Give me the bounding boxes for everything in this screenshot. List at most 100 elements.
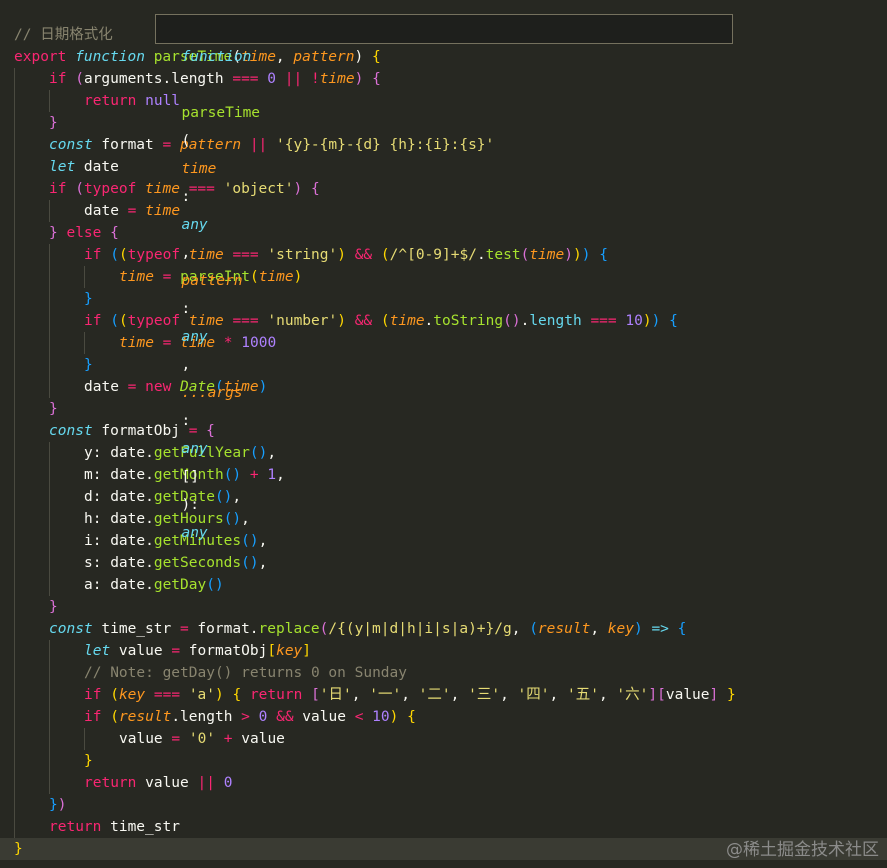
code-token: // Note: getDay() returns 0 on Sunday	[84, 665, 408, 681]
code-line[interactable]: }	[14, 398, 887, 420]
indent-guide	[14, 772, 15, 794]
code-line[interactable]: d: date.getDate(),	[14, 486, 887, 508]
indent-guide	[14, 332, 15, 354]
code-line[interactable]: const time_str = format.replace (/{(y|m|d…	[14, 618, 887, 640]
code-token: formatObj	[180, 643, 268, 659]
code-line[interactable]: const formatObj = {	[14, 420, 887, 442]
code-line[interactable]: }	[14, 750, 887, 772]
code-line[interactable]: s: date.getSeconds(),	[14, 552, 887, 574]
code-line[interactable]: if ((typeof time === 'string') && (/^[0-…	[14, 244, 887, 266]
code-token: toString	[433, 313, 504, 329]
code-line[interactable]: }	[14, 112, 887, 134]
indent-guide	[49, 684, 50, 706]
code-editor[interactable]: // 日期格式化 export function parseTime(time, …	[0, 0, 887, 868]
code-line[interactable]: }	[14, 288, 887, 310]
code-token: }	[49, 797, 58, 813]
code-token: ===	[232, 71, 259, 87]
code-line[interactable]: } else {	[14, 222, 887, 244]
code-line-content: const format = pattern || '{y}-{m}-{d} {…	[14, 137, 494, 153]
code-token: key	[276, 643, 303, 659]
code-token: getSeconds	[153, 555, 242, 571]
code-token: return	[49, 819, 111, 835]
code-token: result	[118, 709, 172, 725]
code-line[interactable]: m: date.getMonth() + 1,	[14, 464, 887, 486]
indent-guide	[49, 200, 50, 222]
code-line[interactable]: return value || 0	[14, 772, 887, 794]
code-line[interactable]: time = parseInt(time)	[14, 266, 887, 288]
code-token: =	[179, 621, 189, 637]
code-token: ||	[197, 775, 215, 791]
code-line[interactable]: h: date.getHours(),	[14, 508, 887, 530]
code-token: ]	[709, 687, 719, 703]
indent-guide	[14, 706, 15, 728]
code-token: let	[84, 643, 119, 659]
code-line-content: // Note: getDay() returns 0 on Sunday	[14, 665, 407, 681]
code-line[interactable]: date = time	[14, 200, 887, 222]
code-line[interactable]: if (arguments.length === 0 || !time) {	[14, 68, 887, 90]
code-line[interactable]: }	[14, 596, 887, 618]
code-token: }	[84, 753, 93, 769]
code-token: }	[49, 115, 58, 131]
code-line[interactable]: let date	[14, 156, 887, 178]
code-line[interactable]: // Note: getDay() returns 0 on Sunday	[14, 662, 887, 684]
code-token: (	[110, 247, 119, 263]
code-token: (	[529, 621, 538, 637]
code-line-content: if (arguments.length === 0 || !time) {	[14, 71, 381, 87]
code-line[interactable]: a: date.getDay()	[14, 574, 887, 596]
tooltip-function-name: parseTime	[181, 105, 261, 121]
code-token: (	[380, 313, 390, 329]
code-line[interactable]: return null	[14, 90, 887, 112]
code-line[interactable]: if (key === 'a') { return ['日', '一', '二'…	[14, 684, 887, 706]
code-token: '三'	[468, 687, 501, 703]
code-line-content: date = time	[14, 203, 180, 219]
code-line-content: return time_str	[14, 819, 180, 835]
code-token: )	[354, 49, 372, 65]
code-line-content: }	[14, 401, 58, 417]
code-token: let	[49, 159, 84, 175]
code-token: }	[49, 401, 58, 417]
code-token: ,	[241, 511, 250, 527]
code-token: '{y}-{m}-{d} {h}:{i}:{s}'	[276, 137, 495, 153]
code-token: (	[118, 247, 128, 263]
code-line-content: time = parseInt(time)	[14, 269, 302, 285]
code-token: ()	[206, 577, 224, 593]
code-token: ,	[549, 687, 567, 703]
code-line[interactable]: if (result.length > 0 && value < 10) {	[14, 706, 887, 728]
indent-guide	[49, 354, 50, 376]
code-token: 'a'	[188, 687, 216, 703]
indent-guide	[14, 398, 15, 420]
code-line[interactable]: value = '0' + value	[14, 728, 887, 750]
code-token: ()	[241, 555, 259, 571]
code-token: function	[75, 49, 154, 65]
indent-guide	[84, 332, 85, 354]
indent-guide	[84, 266, 85, 288]
code-token: }	[49, 225, 58, 241]
code-line[interactable]: })	[14, 794, 887, 816]
code-token: }	[14, 841, 23, 857]
code-line[interactable]: if (typeof time === 'object') {	[14, 178, 887, 200]
code-token: if	[49, 181, 76, 197]
indent-guide	[14, 794, 15, 816]
tooltip-return-type: any	[181, 525, 208, 541]
code-line[interactable]: }	[14, 354, 887, 376]
code-line[interactable]: if ((typeof time === 'number') && (time.…	[14, 310, 887, 332]
indent-guide	[14, 266, 15, 288]
code-line[interactable]: i: date.getMinutes(),	[14, 530, 887, 552]
indent-guide	[84, 728, 85, 750]
code-token: &&	[276, 709, 294, 725]
code-line[interactable]: export function parseTime(time, pattern)…	[14, 46, 887, 68]
code-token: .	[476, 247, 486, 263]
code-line[interactable]: y: date.getFullYear(),	[14, 442, 887, 464]
code-token: typeof	[83, 181, 146, 197]
code-line[interactable]: let value = formatObj[key]	[14, 640, 887, 662]
code-line[interactable]: const format = pattern || '{y}-{m}-{d} {…	[14, 134, 887, 156]
code-line[interactable]: time = time * 1000	[14, 332, 887, 354]
code-token: ,	[232, 489, 242, 505]
code-token: a: date.	[84, 577, 154, 593]
code-line[interactable]: date = new Date(time)	[14, 376, 887, 398]
